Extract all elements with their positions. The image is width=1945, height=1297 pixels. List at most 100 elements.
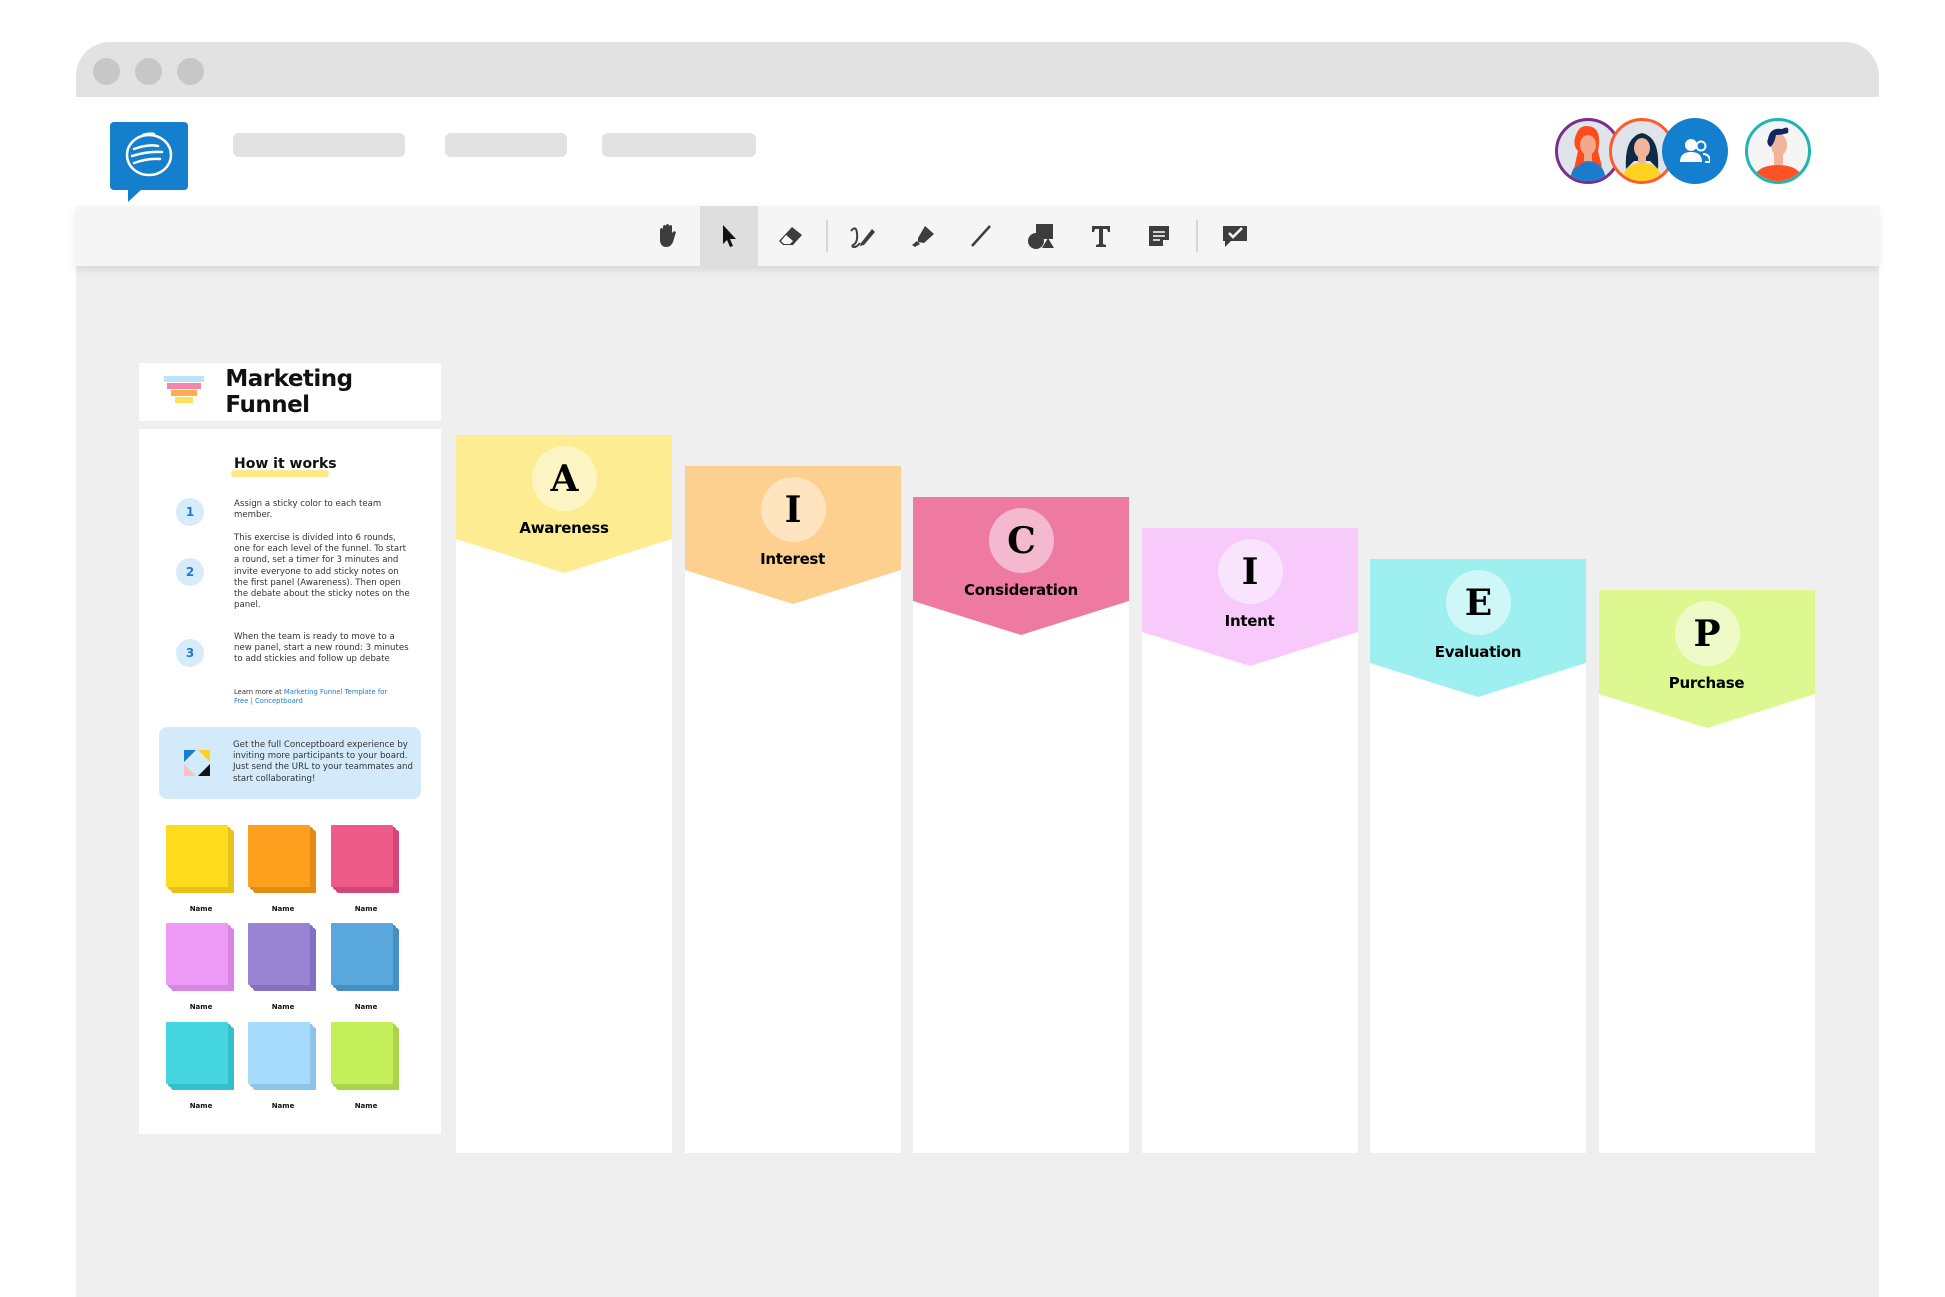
sticky-layer [248,923,310,985]
window-close-dot[interactable] [93,58,120,85]
eraser-icon [779,227,802,245]
panel-header: C Consideration [913,497,1129,635]
sticky-color-swatch[interactable] [166,1022,236,1092]
funnel-panel-interest[interactable]: I Interest [684,466,901,1153]
step-text: This exercise is divided into 6 rounds, … [234,533,410,611]
learn-more: Learn more at Marketing Funnel Template … [234,688,394,706]
drawing-toolbar [76,206,1879,266]
panel-header: P Purchase [1598,590,1815,728]
panel-header: E Evaluation [1370,559,1586,697]
invite-promo-box: Get the full Conceptboard experience by … [159,727,421,799]
sticky-color-swatch[interactable] [166,923,236,993]
sticky-layer [248,825,310,887]
instructions-card: How it works 1 Assign a sticky color to … [139,429,441,1134]
panel-label: Interest [760,550,825,568]
pen-icon [850,227,875,249]
tool-shapes[interactable] [1012,206,1070,266]
sticky-name-label: Name [189,905,213,913]
funnel-panel-evaluation[interactable]: E Evaluation [1370,559,1586,1153]
conceptboard-mark-icon [184,750,210,776]
sticky-layer [331,1022,393,1084]
app-header [76,97,1879,206]
funnel-panel-awareness[interactable]: A Awareness [456,435,672,1153]
tool-highlighter[interactable] [894,206,952,266]
panel-label: Purchase [1668,674,1745,692]
shapes-icon [1028,224,1054,249]
tool-text[interactable] [1072,206,1130,266]
tool-review[interactable] [1206,206,1264,266]
window-maximize-dot[interactable] [177,58,204,85]
sticky-name-label: Name [271,905,295,913]
funnel-panel-purchase[interactable]: P Purchase [1598,590,1815,1153]
sticky-color-swatch[interactable] [248,1022,318,1092]
board-canvas[interactable]: Marketing Funnel How it works 1 Assign a… [76,266,1879,1297]
promo-text: Get the full Conceptboard experience by … [233,740,413,784]
step-text: When the team is ready to move to a new … [234,632,409,665]
panel-letter-badge: I [1217,539,1283,604]
sticky-layer [166,1022,228,1084]
sticky-note-icon [1149,226,1169,246]
app-window: Marketing Funnel How it works 1 Assign a… [76,42,1879,1297]
avatar-current-user[interactable] [1745,118,1811,184]
sticky-layer [331,825,393,887]
panel-label: Evaluation [1434,643,1522,661]
sticky-name-label: Name [354,1003,378,1011]
panel-letter-badge: I [760,477,826,542]
panel-letter-badge: A [532,446,597,511]
sticky-color-swatch[interactable] [331,923,401,993]
toolbar-separator [826,220,828,252]
sticky-color-swatch[interactable] [331,825,401,895]
tool-eraser[interactable] [761,206,819,266]
learn-more-prefix: Learn more at [234,688,284,696]
invite-users-button[interactable] [1662,118,1728,184]
sticky-color-swatch[interactable] [166,825,236,895]
comment-check-icon [1223,226,1247,247]
board-title-card: Marketing Funnel [139,363,441,421]
hand-icon [660,224,676,247]
funnel-panel-intent[interactable]: I Intent [1141,528,1358,1153]
highlighter-icon [912,226,934,247]
panel-header: I Interest [684,466,901,604]
sticky-layer [166,923,228,985]
funnel-icon [164,376,204,408]
line-icon [971,225,991,247]
sticky-color-swatch[interactable] [248,825,318,895]
panel-letter-badge: C [989,508,1054,573]
tool-sticky-note[interactable] [1130,206,1188,266]
step-number: 3 [176,639,204,667]
panel-label: Intent [1224,612,1275,630]
sticky-color-swatch[interactable] [248,923,318,993]
sticky-color-swatch[interactable] [331,1022,401,1092]
collaborator-avatars [76,118,1879,188]
funnel-panel-consideration[interactable]: C Consideration [913,497,1129,1153]
board-title: Marketing Funnel [225,366,353,418]
tool-select[interactable] [700,206,758,266]
tool-hand[interactable] [639,206,697,266]
text-icon [1092,226,1110,247]
sticky-name-label: Name [189,1003,213,1011]
tool-line[interactable] [952,206,1010,266]
panel-label: Awareness [519,519,609,537]
toolbar-separator [1196,220,1198,252]
step-number: 1 [176,498,204,526]
panel-letter-badge: P [1674,601,1740,666]
how-it-works-heading: How it works [234,456,337,472]
users-icon [1680,139,1710,163]
panel-label: Consideration [964,581,1078,599]
sticky-name-label: Name [189,1102,213,1110]
cursor-icon [723,225,736,247]
step-number: 2 [176,558,204,586]
panel-header: I Intent [1141,528,1358,666]
step-text: Assign a sticky color to each team membe… [234,499,382,521]
window-minimize-dot[interactable] [135,58,162,85]
sticky-layer [166,825,228,887]
panel-letter-badge: E [1446,570,1511,635]
panel-header: A Awareness [456,435,672,573]
sticky-name-label: Name [354,1102,378,1110]
sticky-name-label: Name [271,1102,295,1110]
sticky-name-label: Name [271,1003,295,1011]
tool-pen[interactable] [834,206,892,266]
window-titlebar [76,42,1879,97]
sticky-name-label: Name [354,905,378,913]
sticky-layer [331,923,393,985]
